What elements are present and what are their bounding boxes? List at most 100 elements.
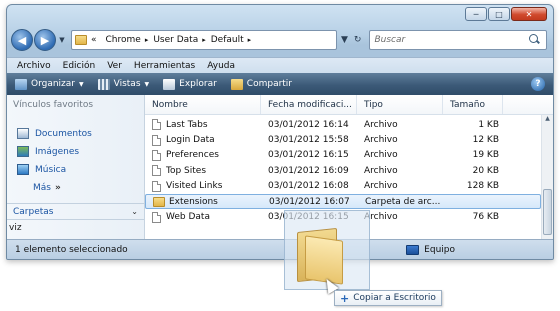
table-row[interactable]: Visited Links 03/01/2012 16:08 Archivo 128 … — [145, 179, 541, 194]
folders-toggle[interactable]: Carpetas ⌄ — [7, 203, 144, 219]
nav-link-documentos[interactable]: Documentos — [17, 128, 92, 139]
menu-ver[interactable]: Ver — [107, 61, 122, 71]
refresh-icon[interactable]: ↻ — [354, 35, 362, 45]
file-name-cell: Preferences — [145, 149, 261, 161]
file-type: Archivo — [364, 165, 398, 176]
file-name: Extensions — [169, 196, 218, 207]
file-icon — [152, 119, 161, 131]
file-size: 128 KB — [466, 181, 499, 192]
file-icon — [152, 211, 161, 223]
music-icon — [17, 164, 29, 175]
file-type: Archivo — [364, 181, 398, 192]
address-dropdown-icon[interactable]: ▼ — [341, 35, 348, 45]
chevron-down-icon: ⌄ — [131, 207, 138, 216]
content-area: Vínculos favoritos Documentos Imágenes M… — [7, 95, 553, 239]
scroll-thumb[interactable] — [543, 189, 552, 235]
file-name: Web Data — [166, 212, 210, 223]
status-bar: 1 elemento seleccionado Equipo — [7, 239, 553, 259]
help-icon[interactable]: ? — [531, 77, 545, 91]
file-name-cell: Extensions — [146, 196, 262, 207]
dragged-folder-icon — [291, 226, 349, 285]
column-header-name[interactable]: Nombre — [145, 95, 261, 114]
file-date: 03/01/2012 16:15 — [268, 150, 349, 161]
file-icon — [152, 165, 161, 177]
table-row[interactable]: Last Tabs 03/01/2012 16:14 Archivo 1 KB — [145, 117, 541, 132]
table-row[interactable]: Preferences 03/01/2012 16:15 Archivo 19 KB — [145, 148, 541, 163]
close-button[interactable]: ✕ — [511, 7, 547, 21]
address-buttons: ▼ ↻ — [341, 35, 361, 45]
file-name: Last Tabs — [166, 119, 208, 130]
search-icon[interactable] — [528, 33, 542, 47]
search-box[interactable]: Buscar — [369, 30, 547, 50]
menu-herramientas[interactable]: Herramientas — [134, 61, 195, 71]
nav-link-musica[interactable]: Música — [17, 164, 66, 175]
column-header-date[interactable]: Fecha modificaci... — [261, 95, 357, 114]
maximize-button[interactable]: □ — [488, 7, 510, 21]
location-status: Equipo — [406, 245, 455, 255]
chevron-down-icon: ▼ — [79, 80, 84, 88]
file-date: 03/01/2012 16:08 — [268, 181, 349, 192]
address-bar[interactable]: « Chrome ▸ User Data ▸ Default ▸ — [71, 30, 337, 50]
computer-icon — [406, 245, 420, 255]
drag-tooltip: + Copiar a Escritorio — [334, 290, 442, 306]
explore-icon — [163, 78, 176, 90]
folder-icon — [153, 196, 165, 207]
file-type: Archivo — [364, 119, 398, 130]
share-icon — [230, 78, 243, 90]
chevron-down-icon: ▼ — [144, 80, 150, 88]
file-icon — [152, 180, 161, 192]
file-type: Carpeta de arc... — [365, 196, 441, 207]
file-name-cell: Top Sites — [145, 165, 261, 177]
breadcrumb-default[interactable]: Default ▸ — [211, 35, 256, 45]
back-button[interactable]: ◀ — [11, 29, 33, 51]
nav-link-imagenes[interactable]: Imágenes — [17, 146, 79, 157]
breadcrumb-overflow[interactable]: « — [91, 35, 106, 45]
table-row[interactable]: Top Sites 03/01/2012 16:09 Archivo 20 KB — [145, 163, 541, 178]
file-icon — [152, 134, 161, 146]
explore-button[interactable]: Explorar — [163, 78, 217, 90]
table-row[interactable]: Login Data 03/01/2012 15:58 Archivo 12 KB — [145, 132, 541, 147]
documents-icon — [17, 128, 29, 139]
column-header-size[interactable]: Tamaño — [443, 95, 503, 114]
views-button[interactable]: Vistas ▼ — [97, 78, 150, 90]
search-input[interactable]: Buscar — [374, 35, 405, 45]
file-date: 03/01/2012 16:14 — [268, 119, 349, 130]
menu-ayuda[interactable]: Ayuda — [207, 61, 235, 71]
navigation-pane: Vínculos favoritos Documentos Imágenes M… — [7, 95, 145, 239]
file-name: Preferences — [166, 150, 219, 161]
folder-tree-item[interactable]: viz — [9, 223, 22, 233]
table-row[interactable]: Extensions 03/01/2012 16:07 Carpeta de arc… — [145, 193, 541, 210]
minimize-button[interactable]: ─ — [465, 7, 487, 21]
selection-status: 1 elemento seleccionado — [15, 245, 128, 255]
file-name: Top Sites — [166, 165, 207, 176]
file-name: Login Data — [166, 135, 215, 146]
menu-edicion[interactable]: Edición — [63, 61, 96, 71]
menu-archivo[interactable]: Archivo — [17, 61, 51, 71]
organize-icon — [15, 78, 27, 90]
share-button[interactable]: Compartir — [230, 78, 292, 90]
organize-button[interactable]: Organizar ▼ — [15, 78, 84, 90]
views-icon — [97, 78, 110, 90]
folder-tree: viz — [7, 219, 144, 239]
file-size: 20 KB — [472, 165, 499, 176]
address-row: ◀ ▶ ▼ « Chrome ▸ User Data ▸ Default ▸ ▼ ↻ … — [11, 27, 547, 53]
nav-more-link[interactable]: Más» — [33, 183, 61, 193]
menu-bar: Archivo Edición Ver Herramientas Ayuda — [7, 57, 553, 73]
command-bar: Organizar ▼ Vistas ▼ Explorar Compartir … — [7, 73, 553, 95]
file-rows: Last Tabs 03/01/2012 16:14 Archivo 1 KB Logi… — [145, 117, 541, 225]
favorites-heading: Vínculos favoritos — [13, 100, 94, 110]
forward-button[interactable]: ▶ — [34, 29, 56, 51]
breadcrumb-chrome[interactable]: Chrome ▸ — [106, 35, 154, 45]
file-icon — [152, 149, 161, 161]
file-name-cell: Login Data — [145, 134, 261, 146]
file-name-cell: Visited Links — [145, 180, 261, 192]
breadcrumb-user-data[interactable]: User Data ▸ — [153, 35, 210, 45]
column-header-type[interactable]: Tipo — [357, 95, 443, 114]
scroll-up-icon[interactable]: ▲ — [542, 115, 553, 125]
file-date: 03/01/2012 15:58 — [268, 135, 349, 146]
plus-icon: + — [340, 291, 350, 305]
file-date: 03/01/2012 16:09 — [268, 165, 349, 176]
recent-pages-dropdown[interactable]: ▼ — [57, 36, 67, 44]
caption-buttons: ─ □ ✕ — [465, 7, 547, 21]
vertical-scrollbar[interactable]: ▲ — [541, 115, 553, 239]
